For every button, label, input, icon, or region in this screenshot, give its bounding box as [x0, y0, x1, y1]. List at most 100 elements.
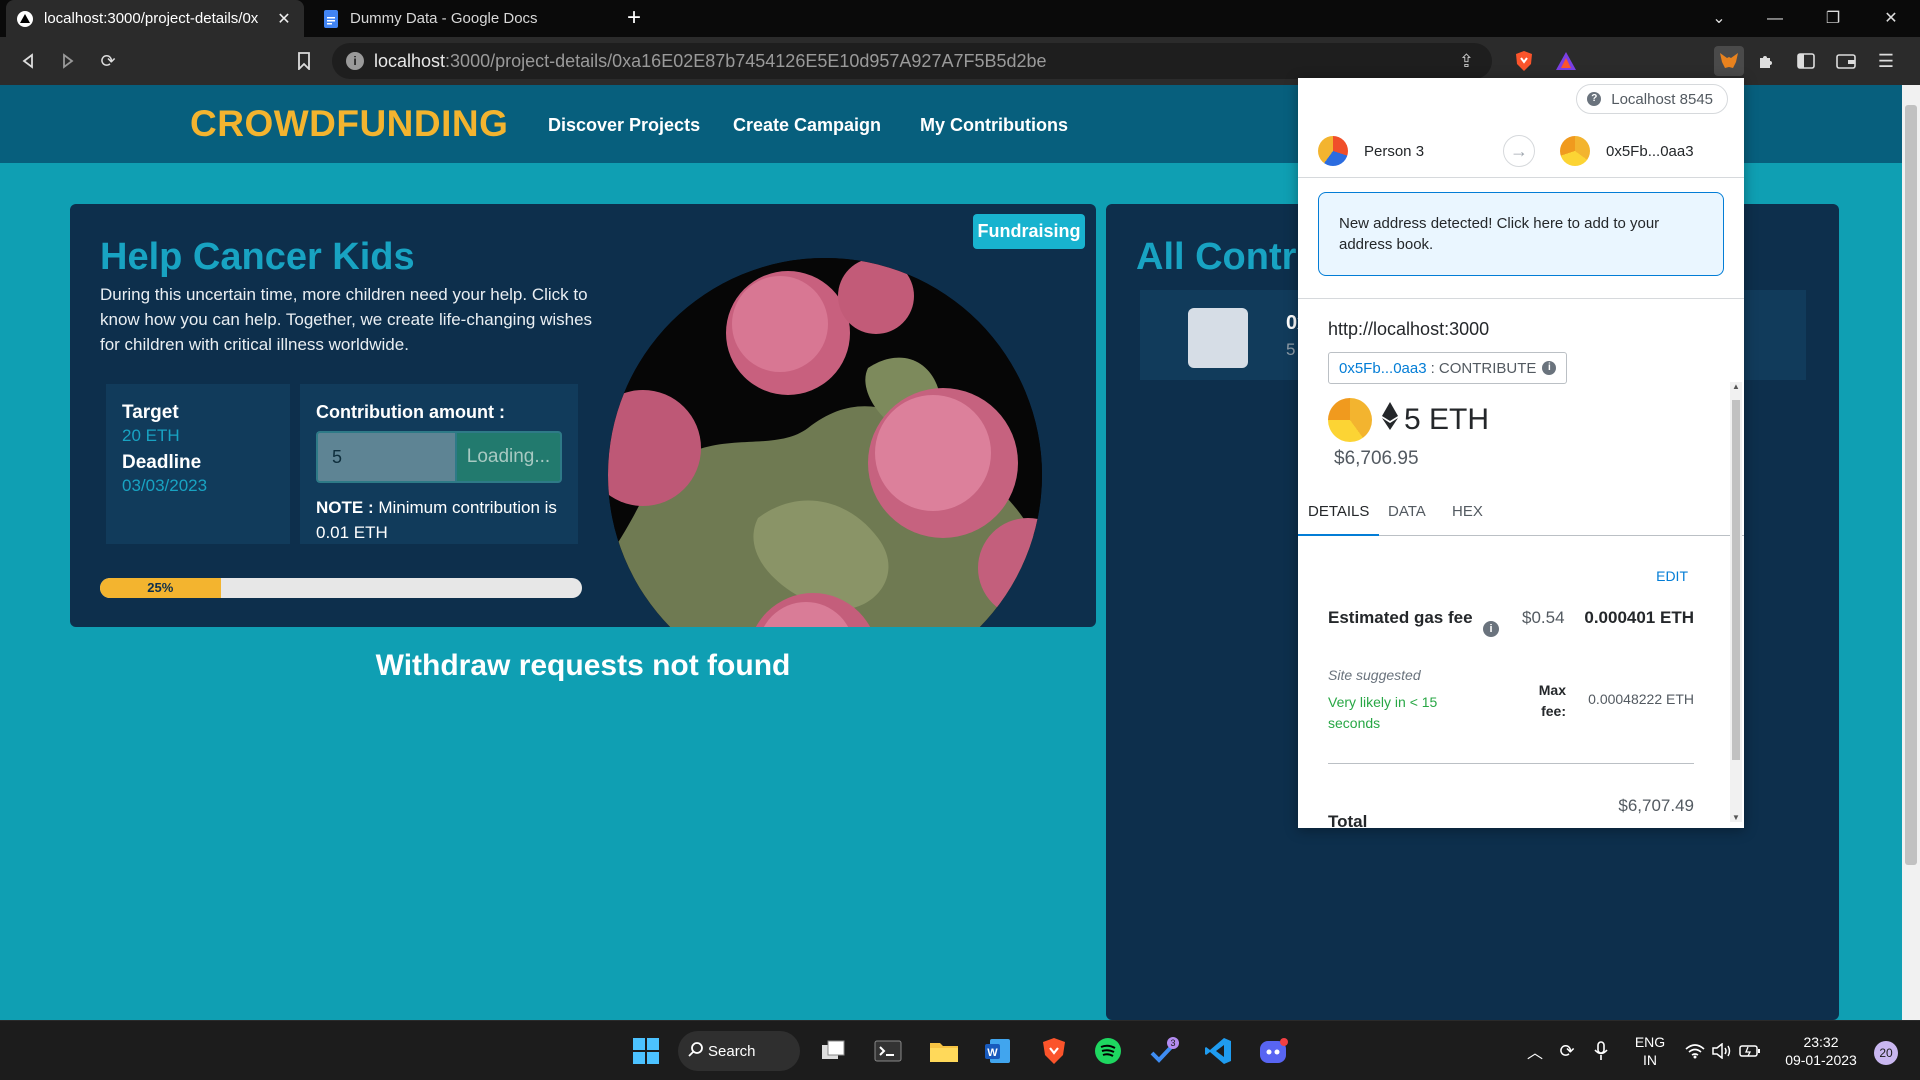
max-fee-label: Max fee: [1538, 682, 1566, 719]
browser-tab-bar: localhost:3000/project-details/0x ✕ Dumm… [0, 0, 1920, 37]
avatar [1188, 308, 1248, 368]
tab-data[interactable]: DATA [1378, 494, 1436, 536]
site-info-icon[interactable]: i [346, 52, 364, 70]
metamask-icon[interactable] [1714, 46, 1744, 76]
token-identicon-icon [1328, 398, 1372, 442]
tab-search-chevron-icon[interactable]: ⌄ [1694, 0, 1744, 37]
tab-title: Dummy Data - Google Docs [350, 10, 538, 27]
progress-fill: 25% [100, 578, 221, 598]
tab-project-details[interactable]: localhost:3000/project-details/0x ✕ [6, 0, 304, 37]
target-deadline-box: Target 20 ETH Deadline 03/03/2023 [106, 384, 290, 544]
min-contribution-note: NOTE : Minimum contribution is 0.01 ETH [316, 498, 557, 542]
triangle-favicon-icon [16, 10, 34, 28]
language-indicator[interactable]: ENG IN [1630, 1033, 1670, 1069]
start-icon[interactable] [628, 1033, 664, 1069]
share-icon[interactable]: ⇪ [1459, 51, 1474, 72]
contributions-title: All Contri [1136, 236, 1307, 278]
tab-google-docs[interactable]: Dummy Data - Google Docs [312, 0, 602, 37]
task-view-icon[interactable] [816, 1033, 852, 1069]
nav-discover-projects[interactable]: Discover Projects [548, 115, 700, 136]
wallet-icon[interactable] [1834, 49, 1858, 73]
brave-icon[interactable] [1036, 1033, 1072, 1069]
notification-badge[interactable]: 20 [1874, 1041, 1898, 1065]
contract-method-pill[interactable]: 0x5Fb...0aa3 : CONTRIBUTE i [1328, 352, 1568, 384]
new-address-alert[interactable]: New address detected! Click here to add … [1318, 192, 1724, 276]
target-value: 20 ETH [122, 426, 180, 445]
nav-my-contributions[interactable]: My Contributions [920, 115, 1068, 136]
word-icon[interactable]: W [980, 1033, 1016, 1069]
project-description: During this uncertain time, more childre… [100, 285, 593, 354]
vscode-icon[interactable] [1200, 1033, 1236, 1069]
site-suggested-label: Site suggested [1328, 667, 1421, 683]
details-tabs: DETAILS DATA HEX [1298, 494, 1744, 536]
deadline-label: Deadline [122, 452, 202, 473]
search-icon [688, 1041, 704, 1061]
contribution-label: Contribution amount : [316, 402, 505, 422]
url-text: localhost:3000/project-details/0xa16E02E… [374, 51, 1047, 71]
discord-icon[interactable] [1256, 1033, 1292, 1069]
method-name: : CONTRIBUTE [1430, 359, 1537, 377]
back-icon[interactable] [16, 49, 40, 73]
tab-hex[interactable]: HEX [1442, 494, 1493, 536]
deadline-value: 03/03/2023 [122, 476, 208, 495]
divider [1328, 763, 1694, 764]
target-label: Target [122, 402, 179, 423]
divider [1298, 298, 1744, 299]
terminal-icon[interactable] [870, 1033, 906, 1069]
gas-fee-fiat: $0.54 [1522, 608, 1565, 627]
wifi-icon[interactable] [1680, 1033, 1710, 1069]
scrollbar-thumb[interactable] [1905, 105, 1917, 865]
bookmark-icon[interactable] [292, 49, 316, 73]
microphone-icon[interactable] [1586, 1033, 1616, 1069]
file-explorer-icon[interactable] [926, 1033, 962, 1069]
menu-icon[interactable]: ☰ [1874, 49, 1898, 73]
info-icon[interactable]: i [1483, 621, 1499, 637]
svg-text:W: W [987, 1047, 998, 1059]
account-identicon-icon [1560, 136, 1590, 166]
minimize-button[interactable]: — [1750, 0, 1800, 37]
volume-icon[interactable] [1708, 1033, 1736, 1069]
network-selector[interactable]: ? Localhost 8545 [1576, 84, 1728, 114]
battery-icon[interactable] [1736, 1033, 1764, 1069]
address-bar[interactable]: i localhost:3000/project-details/0xa16E0… [332, 43, 1492, 79]
taskbar-search[interactable]: Search [678, 1031, 800, 1071]
request-origin: http://localhost:3000 [1328, 319, 1490, 339]
tab-close-icon[interactable]: ✕ [274, 9, 294, 29]
scroll-down-icon[interactable]: ▼ [1731, 813, 1741, 822]
brave-shields-icon[interactable] [1512, 49, 1536, 73]
svg-text:3: 3 [1170, 1038, 1175, 1048]
brave-rewards-icon[interactable] [1554, 49, 1578, 73]
transaction-amount: 5 ETH [1328, 398, 1489, 442]
tab-details[interactable]: DETAILS [1298, 494, 1380, 536]
project-title: Help Cancer Kids [100, 236, 415, 278]
clock[interactable]: 23:32 09-01-2023 [1776, 1033, 1866, 1069]
sidebar-icon[interactable] [1794, 49, 1818, 73]
reload-icon[interactable]: ⟳ [96, 49, 120, 73]
restore-button[interactable]: ❐ [1808, 0, 1858, 37]
new-tab-button[interactable]: + [620, 4, 648, 32]
contribution-amount-input[interactable]: 5 [316, 431, 455, 483]
popup-scrollbar[interactable]: ▲ ▼ [1730, 382, 1742, 822]
extensions-icon[interactable] [1754, 49, 1778, 73]
metamask-popup: ? Localhost 8545 Person 3 → 0x5Fb...0aa3… [1298, 78, 1744, 828]
from-account[interactable]: Person 3 [1318, 124, 1424, 178]
contribution-amount: 5 [1286, 340, 1296, 359]
spotify-icon[interactable] [1090, 1033, 1126, 1069]
todo-icon[interactable]: 3 [1146, 1033, 1182, 1069]
google-docs-icon [322, 9, 340, 28]
brand-logo[interactable]: CROWDFUNDING [190, 103, 508, 145]
project-card: Help Cancer Kids During this uncertain t… [70, 204, 1096, 627]
info-icon[interactable]: i [1542, 361, 1557, 375]
to-account[interactable]: 0x5Fb...0aa3 [1560, 124, 1694, 178]
edit-gas-button[interactable]: EDIT [1656, 568, 1688, 584]
forward-icon[interactable] [56, 49, 80, 73]
sync-icon[interactable]: ⟳ [1552, 1033, 1582, 1069]
contract-address-link[interactable]: 0x5Fb...0aa3 [1339, 360, 1427, 377]
nav-create-campaign[interactable]: Create Campaign [733, 115, 881, 136]
chevron-up-icon[interactable]: ︿ [1520, 1033, 1550, 1069]
page-scrollbar[interactable] [1902, 85, 1920, 1020]
contribute-button[interactable]: Loading... [454, 431, 562, 483]
scroll-up-icon[interactable]: ▲ [1731, 382, 1741, 391]
close-window-button[interactable]: ✕ [1866, 0, 1916, 37]
scrollbar-thumb[interactable] [1732, 400, 1740, 760]
